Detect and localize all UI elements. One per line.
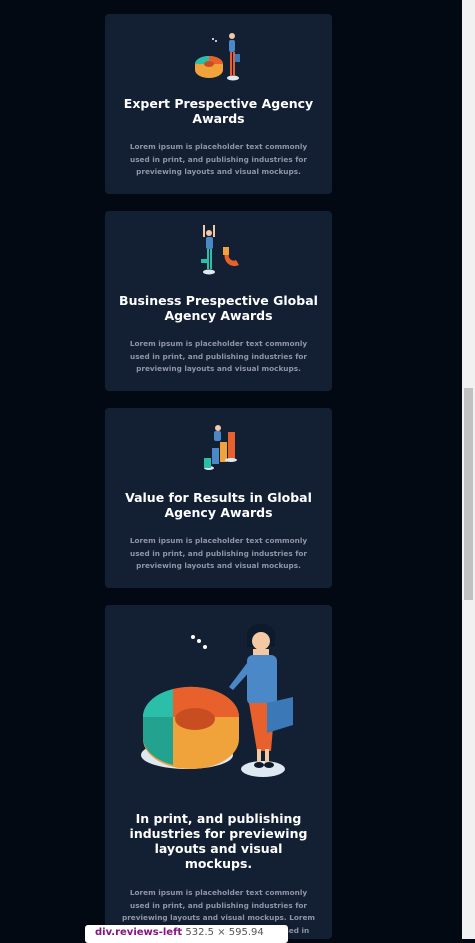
scrollbar-thumb[interactable] [464,388,473,600]
magnet-person-icon [201,225,239,275]
bar-chart-person-icon [204,425,237,470]
inspect-tooltip: div.reviews-left 532.5 × 595.94 [85,925,288,943]
pie-chart-person-icon [195,33,240,81]
card-title: Expert Prespective Agency Awards [123,96,314,126]
card-description: Lorem ipsum is placeholder text commonly… [129,339,308,373]
tooltip-element-tag: div.reviews-left [95,927,183,938]
card-title: Value for Results in Global Agency Award… [125,490,312,520]
card-title: Business Prespective Global Agency Award… [119,293,318,323]
tooltip-dimensions: 532.5 × 595.94 [185,927,264,938]
vertical-scrollbar[interactable] [462,0,475,939]
card-description: Lorem ipsum is placeholder text commonly… [129,536,308,570]
award-card: Business Prespective Global Agency Award… [105,211,332,391]
large-pie-chart-person-illustration [141,623,293,777]
card-title: In print, and publishing industries for … [129,811,308,871]
card-description: Lorem ipsum is placeholder text commonly… [129,142,308,176]
award-card: Expert Prespective Agency Awards Lorem i… [105,14,332,194]
award-card: Value for Results in Global Agency Award… [105,408,332,588]
award-card: In print, and publishing industries for … [105,605,332,939]
